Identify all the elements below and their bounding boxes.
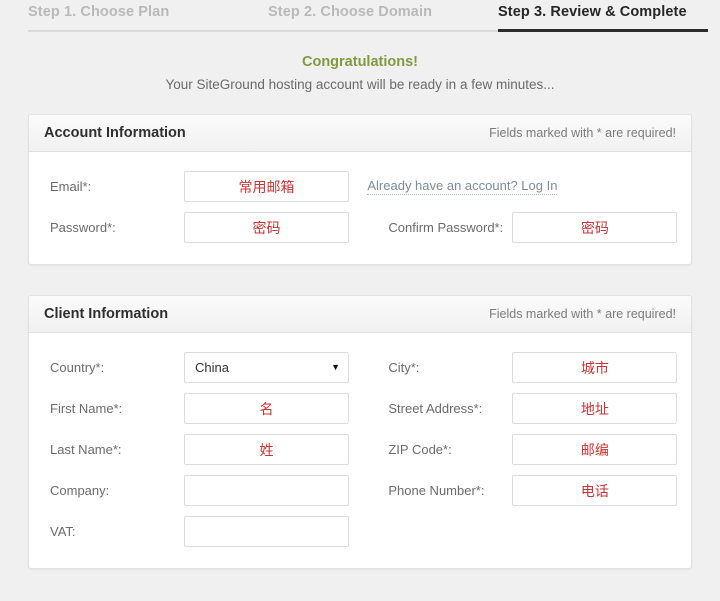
phone-number-input[interactable]: 电话 — [512, 475, 678, 506]
street-address-cell: Street Address*: 地址 — [367, 393, 691, 424]
first-name-cell: First Name*: 名 — [29, 393, 367, 424]
confirm-password-input[interactable]: 密码 — [512, 212, 678, 243]
country-city-row: Country*: China ▼ City*: 城市 — [29, 347, 691, 388]
country-cell: Country*: China ▼ — [29, 352, 367, 383]
client-required-note: Fields marked with * are required! — [489, 307, 676, 321]
step-1-choose-plan[interactable]: Step 1. Choose Plan — [28, 0, 268, 32]
login-link-cell: Already have an account? Log In — [367, 178, 691, 195]
email-row: Email*: 常用邮箱 Already have an account? Lo… — [29, 166, 691, 207]
intro-block: Congratulations! Your SiteGround hosting… — [0, 32, 720, 92]
first-name-label: First Name*: — [50, 401, 123, 416]
account-panel-body: Email*: 常用邮箱 Already have an account? Lo… — [29, 152, 691, 264]
password-input[interactable]: 密码 — [184, 212, 349, 243]
email-input[interactable]: 常用邮箱 — [184, 171, 349, 202]
intro-subtitle: Your SiteGround hosting account will be … — [165, 77, 555, 92]
last-name-input[interactable]: 姓 — [184, 434, 349, 465]
last-name-label: Last Name*: — [50, 442, 122, 457]
congratulations-heading: Congratulations! — [302, 54, 418, 70]
zip-code-input[interactable]: 邮编 — [512, 434, 678, 465]
email-label: Email*: — [50, 179, 92, 194]
step-2-choose-domain[interactable]: Step 2. Choose Domain — [268, 0, 498, 32]
email-cell: Email*: 常用邮箱 — [29, 171, 367, 202]
vat-input[interactable] — [184, 516, 349, 547]
account-required-note: Fields marked with * are required! — [489, 126, 676, 140]
street-address-label: Street Address*: — [388, 401, 483, 416]
client-panel-body: Country*: China ▼ City*: 城市 First Name*:… — [29, 333, 691, 568]
company-label: Company: — [50, 483, 110, 498]
last-name-cell: Last Name*: 姓 — [29, 434, 367, 465]
confirm-password-cell: Confirm Password*: 密码 — [367, 212, 691, 243]
phone-number-label: Phone Number*: — [388, 483, 485, 498]
company-phone-row: Company: Phone Number*: 电话 — [29, 470, 691, 511]
country-select[interactable]: China ▼ — [184, 352, 349, 383]
first-name-street-row: First Name*: 名 Street Address*: 地址 — [29, 388, 691, 429]
password-label: Password*: — [50, 220, 116, 235]
company-input[interactable] — [184, 475, 349, 506]
city-label: City*: — [388, 360, 420, 375]
zip-code-cell: ZIP Code*: 邮编 — [367, 434, 691, 465]
street-address-input[interactable]: 地址 — [512, 393, 678, 424]
account-information-panel: Account Information Fields marked with *… — [28, 114, 692, 265]
last-name-zip-row: Last Name*: 姓 ZIP Code*: 邮编 — [29, 429, 691, 470]
vat-label: VAT: — [50, 524, 76, 539]
first-name-input[interactable]: 名 — [184, 393, 349, 424]
step-3-review-complete[interactable]: Step 3. Review & Complete — [498, 0, 708, 32]
vat-cell: VAT: — [29, 516, 367, 547]
vat-row: VAT: — [29, 511, 691, 552]
client-panel-header: Client Information Fields marked with * … — [29, 296, 691, 333]
client-panel-title: Client Information — [44, 306, 169, 322]
checkout-steps: Step 1. Choose Plan Step 2. Choose Domai… — [0, 0, 720, 32]
password-cell: Password*: 密码 — [29, 212, 367, 243]
chevron-down-icon: ▼ — [331, 362, 340, 372]
zip-code-label: ZIP Code*: — [388, 442, 452, 457]
account-panel-header: Account Information Fields marked with *… — [29, 115, 691, 152]
password-row: Password*: 密码 Confirm Password*: 密码 — [29, 207, 691, 248]
confirm-password-label: Confirm Password*: — [388, 220, 504, 235]
city-input[interactable]: 城市 — [512, 352, 678, 383]
company-cell: Company: — [29, 475, 367, 506]
log-in-link[interactable]: Already have an account? Log In — [367, 178, 558, 195]
phone-number-cell: Phone Number*: 电话 — [367, 475, 691, 506]
city-cell: City*: 城市 — [367, 352, 691, 383]
account-panel-title: Account Information — [44, 125, 186, 141]
country-selected-value: China — [195, 360, 229, 375]
client-information-panel: Client Information Fields marked with * … — [28, 295, 692, 569]
country-label: Country*: — [50, 360, 105, 375]
